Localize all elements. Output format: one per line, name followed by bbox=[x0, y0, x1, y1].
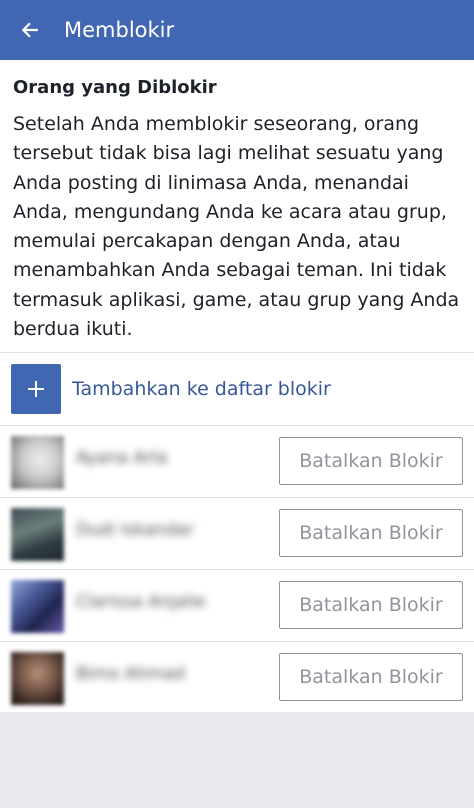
blocked-user-row: Dudi Iskandar Batalkan Blokir bbox=[0, 498, 474, 570]
unblock-button[interactable]: Batalkan Blokir bbox=[279, 581, 463, 629]
blocked-user-name: Clarissa Anjalie bbox=[76, 592, 206, 612]
blocked-user-row: Bimo Ahmad Batalkan Blokir bbox=[0, 642, 474, 714]
plus-icon bbox=[28, 381, 44, 397]
section-description: Setelah Anda memblokir seseorang, orang … bbox=[13, 113, 460, 341]
blocked-user-row: Ayana Arla Batalkan Blokir bbox=[0, 426, 474, 498]
blocked-user-name: Ayana Arla bbox=[76, 448, 168, 468]
avatar bbox=[11, 580, 64, 633]
avatar bbox=[11, 436, 64, 489]
back-arrow-icon bbox=[21, 22, 38, 38]
unblock-button[interactable]: Batalkan Blokir bbox=[279, 437, 463, 485]
avatar bbox=[11, 508, 64, 561]
section-title: Orang yang Diblokir bbox=[13, 77, 217, 98]
app-bar: Memblokir bbox=[0, 0, 474, 60]
avatar bbox=[11, 652, 64, 705]
unblock-button[interactable]: Batalkan Blokir bbox=[279, 509, 463, 557]
page-title: Memblokir bbox=[64, 18, 175, 42]
blocked-user-name: Bimo Ahmad bbox=[76, 664, 185, 684]
unblock-button[interactable]: Batalkan Blokir bbox=[279, 653, 463, 701]
add-to-blocklist-label[interactable]: Tambahkan ke daftar blokir bbox=[72, 378, 331, 400]
back-button[interactable] bbox=[0, 0, 60, 60]
blocked-user-name: Dudi Iskandar bbox=[76, 520, 194, 540]
blocked-user-row: Clarissa Anjalie Batalkan Blokir bbox=[0, 570, 474, 642]
add-button[interactable] bbox=[11, 364, 61, 414]
blocking-panel: Orang yang Diblokir Setelah Anda memblok… bbox=[0, 60, 474, 712]
add-to-blocklist-row[interactable]: Tambahkan ke daftar blokir bbox=[0, 353, 474, 425]
